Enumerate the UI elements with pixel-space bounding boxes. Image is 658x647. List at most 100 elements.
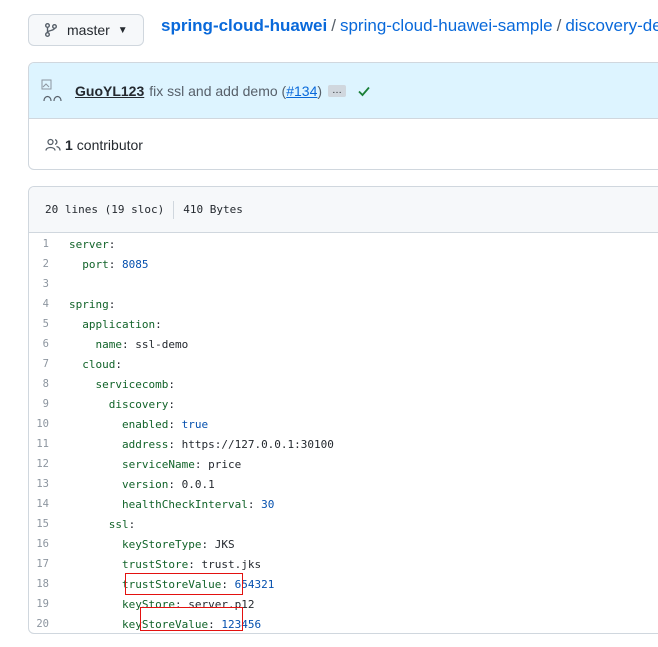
line-number[interactable]: 12 (29, 458, 69, 470)
yaml-colon: : (201, 537, 209, 551)
yaml-key: server (69, 237, 109, 251)
line-number[interactable]: 17 (29, 558, 69, 570)
branch-select-button[interactable]: master ▼ (28, 14, 144, 46)
branch-label: master (67, 22, 110, 38)
code-line: 11 address: https://127.0.0.1:30100 (29, 434, 658, 454)
line-number[interactable]: 15 (29, 518, 69, 530)
line-number[interactable]: 16 (29, 538, 69, 550)
check-icon[interactable] (356, 83, 372, 99)
contributors-row[interactable]: 1 contributor (29, 119, 658, 169)
file-lines-info: 20 lines (19 sloc) (45, 203, 165, 216)
code-content: trustStore: trust.jks (69, 558, 261, 571)
code-content: enabled: true (69, 418, 208, 431)
code-line: 5 application: (29, 314, 658, 334)
code-line: 2 port: 8085 (29, 254, 658, 274)
line-number[interactable]: 8 (29, 378, 69, 390)
yaml-colon: : (115, 357, 122, 371)
breadcrumb-repo-link[interactable]: spring-cloud-huawei (161, 16, 327, 35)
latest-commit-box: GuoYL123 fix ssl and add demo (#134) … 1… (28, 62, 658, 170)
yaml-colon: : (155, 317, 162, 331)
code-line: 7 cloud: (29, 354, 658, 374)
commit-author-link[interactable]: GuoYL123 (75, 83, 144, 99)
yaml-colon: : (188, 557, 195, 571)
breadcrumb-separator: / (331, 16, 336, 35)
line-number[interactable]: 10 (29, 418, 69, 430)
code-content: serviceName: price (69, 458, 241, 471)
breadcrumb-separator: / (556, 16, 562, 35)
yaml-value: https://127.0.0.1:30100 (181, 437, 334, 451)
line-number[interactable]: 19 (29, 598, 69, 610)
code-content: discovery: (69, 398, 175, 411)
yaml-key: discovery (108, 397, 169, 411)
breadcrumb: spring-cloud-huawei / spring-cloud-huawei-… (161, 16, 658, 36)
yaml-key: cloud (82, 357, 116, 371)
line-number[interactable]: 18 (29, 578, 69, 590)
line-number[interactable]: 9 (29, 398, 69, 410)
line-number[interactable]: 7 (29, 358, 69, 370)
code-line: 8 servicecomb: (29, 374, 658, 394)
yaml-colon: : (168, 437, 175, 451)
highlight-box-keystorevalue (140, 607, 243, 631)
yaml-colon: : (128, 517, 136, 531)
line-number[interactable]: 5 (29, 318, 69, 330)
yaml-key: ssl (108, 517, 129, 531)
line-number[interactable]: 6 (29, 338, 69, 350)
line-number[interactable]: 4 (29, 298, 69, 310)
code-content: server: (69, 238, 115, 251)
expand-commit-button[interactable]: … (328, 84, 347, 97)
caret-down-icon: ▼ (117, 24, 128, 36)
code-line: 3 (29, 274, 658, 294)
line-number[interactable]: 14 (29, 498, 69, 510)
yaml-colon: : (168, 397, 175, 411)
line-number[interactable]: 13 (29, 478, 69, 490)
line-number[interactable]: 1 (29, 238, 69, 250)
pull-request-link[interactable]: #134 (286, 83, 317, 99)
file-viewer: 20 lines (19 sloc) 410 Bytes 1 server: 2 p… (28, 186, 658, 634)
yaml-colon: : (108, 297, 116, 311)
yaml-value: 8085 (122, 257, 149, 271)
line-number[interactable]: 3 (29, 278, 69, 290)
yaml-value: true (181, 417, 209, 431)
line-number[interactable]: 11 (29, 438, 69, 450)
code-line: 20 keyStoreValue: 123456 (29, 614, 658, 633)
code-content: address: https://127.0.0.1:30100 (69, 438, 334, 451)
breadcrumb-folder-link[interactable]: spring-cloud-huawei-sample (340, 16, 553, 35)
file-size: 410 Bytes (183, 203, 243, 216)
yaml-key: trustStore (121, 557, 189, 571)
contributor-label: contributor (76, 137, 143, 153)
code-content: spring: (69, 298, 115, 311)
yaml-key: keyStoreType (121, 537, 202, 551)
yaml-key: application (82, 317, 156, 331)
code-content: version: 0.0.1 (69, 478, 215, 491)
yaml-key: address (121, 437, 169, 451)
code-line: 13 version: 0.0.1 (29, 474, 658, 494)
file-header: 20 lines (19 sloc) 410 Bytes (29, 187, 658, 233)
code-line: 16 keyStoreType: JKS (29, 534, 658, 554)
avatar[interactable] (41, 79, 65, 103)
line-number[interactable]: 20 (29, 618, 69, 630)
yaml-key: enabled (121, 417, 169, 431)
code-line: 6 name: ssl-demo (29, 334, 658, 354)
code-content: application: (69, 317, 162, 331)
yaml-colon: : (168, 477, 175, 491)
line-number[interactable]: 2 (29, 258, 69, 270)
breadcrumb-subfolder-link[interactable]: discovery-demo (565, 16, 658, 35)
commit-message-text[interactable]: fix ssl and add demo ( (149, 83, 286, 99)
code-line: 4 spring: (29, 294, 658, 314)
yaml-colon: : (122, 337, 129, 351)
commit-message[interactable]: fix ssl and add demo (#134) (149, 83, 322, 99)
code-line: 17 trustStore: trust.jks (29, 554, 658, 574)
yaml-value: ssl-demo (135, 337, 189, 351)
git-branch-icon (43, 22, 59, 38)
yaml-key: port (82, 257, 109, 271)
